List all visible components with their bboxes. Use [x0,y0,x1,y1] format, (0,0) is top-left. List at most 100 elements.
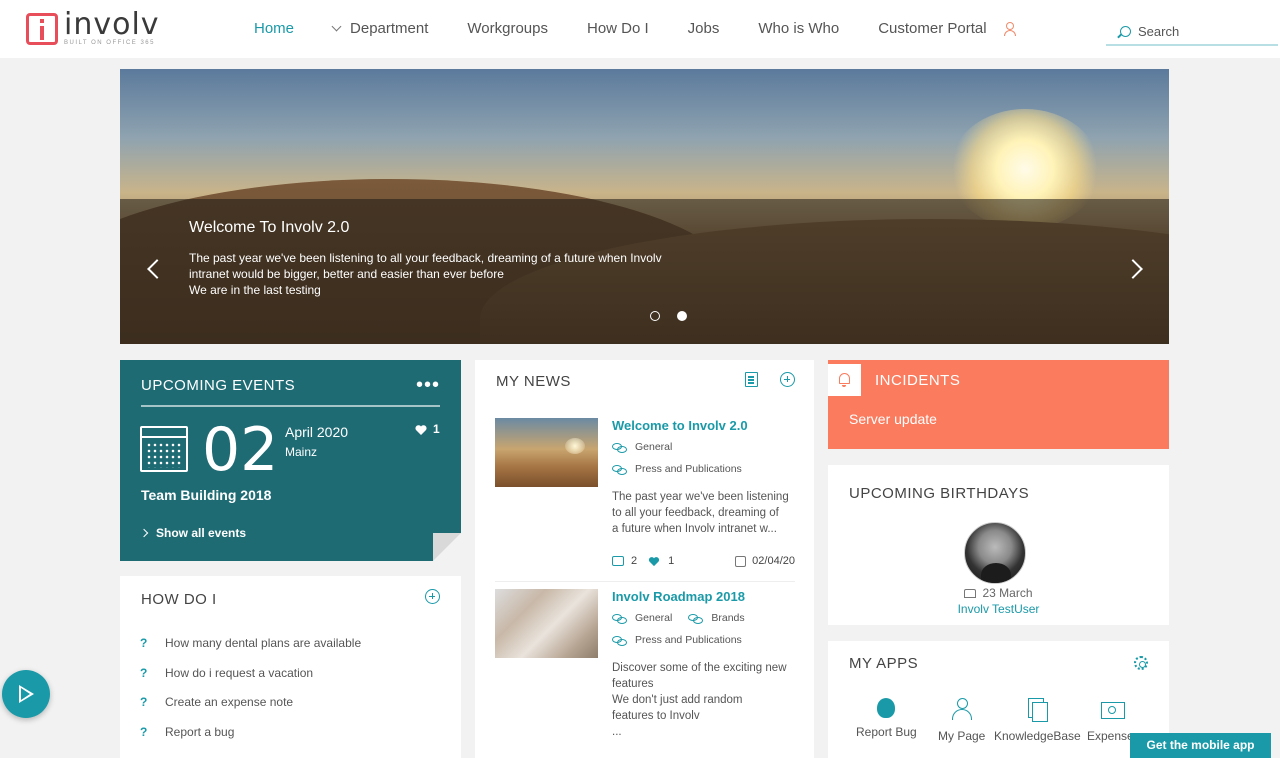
excerpt-line: ... [612,726,622,738]
hero-text: The past year we've been listening to al… [189,250,709,298]
nav-jobs[interactable]: Jobs [688,20,720,37]
divider [141,405,440,407]
get-mobile-app-button[interactable]: Get the mobile app [1130,733,1271,758]
nav-department-label: Department [350,20,429,37]
user-icon[interactable] [1003,21,1018,36]
upcoming-events-card: UPCOMING EVENTS ••• 02 April 2020 Mainz … [120,360,461,561]
event-likes: 1 [433,422,440,436]
news-date: 02/04/20 [752,555,795,567]
nav-who-is-who[interactable]: Who is Who [758,20,839,37]
tag-label[interactable]: Press and Publications [635,463,742,475]
upcoming-birthdays-card: UPCOMING BIRTHDAYS 23 March Involv TestU… [828,465,1169,625]
list-item[interactable]: ? How do i request a vacation [140,666,361,696]
bug-icon [877,698,896,718]
nav-workgroups[interactable]: Workgroups [467,20,548,37]
documents-icon [1025,698,1049,722]
news-tags: Press and Publications [612,463,742,475]
add-icon[interactable] [425,589,440,604]
nav-how-do-i[interactable]: How Do I [587,20,649,37]
list-item-label: How do i request a vacation [165,665,314,680]
heart-icon[interactable] [415,424,427,436]
question-icon: ? [140,695,148,709]
question-icon: ? [140,665,148,680]
carousel-dot-2[interactable] [677,311,687,321]
news-tags: General [612,441,672,453]
news-title: MY NEWS [496,373,571,390]
page-fold [433,533,461,561]
tag-label[interactable]: Press and Publications [635,634,742,646]
play-icon [19,685,34,703]
my-apps-card: MY APPS Report Bug My Page KnowledgeBase… [828,641,1169,758]
event-city: Mainz [285,445,318,459]
carousel-dots [650,311,704,321]
news-excerpt: The past year we've been listening to al… [612,489,798,537]
like-count: 1 [668,555,675,567]
excerpt-line: features to Involv [612,710,700,722]
event-day: 02 [202,415,279,485]
avatar[interactable] [964,522,1026,584]
search-input[interactable] [1138,23,1268,39]
incident-item[interactable]: Server update [849,411,937,427]
app-knowledgebase[interactable]: KnowledgeBase [994,698,1081,743]
search-icon[interactable] [1120,25,1131,37]
comment-icon[interactable] [612,556,624,566]
calendar-icon [735,555,747,567]
tag-label[interactable]: Brands [711,612,744,624]
my-news-card: MY NEWS Welcome to Involv 2.0 General Pr… [475,360,814,758]
cake-icon [964,588,977,598]
apps-title: MY APPS [849,655,919,672]
news-tags: Press and Publications [612,634,742,646]
more-options-icon[interactable]: ••• [416,374,440,397]
comment-count: 2 [631,555,638,567]
birthdays-title: UPCOMING BIRTHDAYS [849,485,1030,502]
list-item[interactable]: ? How many dental plans are available [140,636,361,666]
carousel-dot-1[interactable] [650,311,660,321]
tag-icon [612,613,627,624]
list-item[interactable]: ? Report a bug [140,725,361,755]
tag-label[interactable]: General [635,612,672,624]
event-month: April 2020 [285,424,349,440]
show-all-events-link[interactable]: Show all events [139,526,247,540]
app-label: Report Bug [856,725,917,739]
question-icon: ? [140,724,148,739]
birthday-person-link[interactable]: Involv TestUser [828,602,1169,616]
logo-mark [26,13,58,45]
news-item-title[interactable]: Welcome to Involv 2.0 [612,418,748,433]
news-thumbnail[interactable] [495,589,598,658]
list-item[interactable]: ? Create an expense note [140,695,361,725]
nav-customer-portal[interactable]: Customer Portal [878,20,986,37]
app-report-bug[interactable]: Report Bug [856,698,917,739]
main-nav: Home Department Workgroups How Do I Jobs… [254,20,1018,37]
app-my-page[interactable]: My Page [938,698,985,743]
event-name[interactable]: Team Building 2018 [141,487,271,503]
excerpt-line: a future when Involv intranet w... [612,523,777,535]
tag-icon [612,464,627,475]
add-news-icon[interactable] [780,372,795,387]
app-label: KnowledgeBase [994,729,1081,743]
calendar-icon [140,426,188,472]
search-box [1106,18,1278,46]
news-thumbnail[interactable] [495,418,598,487]
events-title: UPCOMING EVENTS [141,377,296,394]
show-all-label: Show all events [156,526,247,540]
news-item[interactable]: Involv Roadmap 2018 General Brands Press … [495,589,795,749]
play-button[interactable] [2,670,50,718]
tag-label[interactable]: General [635,441,672,453]
news-meta: 2 1 02/04/20 [612,555,795,567]
heart-icon[interactable] [648,556,660,567]
news-item[interactable]: Welcome to Involv 2.0 General Press and … [495,418,795,578]
involv-logo[interactable]: involv BUILT ON OFFICE 365 [26,10,160,46]
app-label: My Page [938,729,986,743]
gear-icon[interactable] [1134,656,1148,670]
news-excerpt: Discover some of the exciting new featur… [612,660,798,740]
nav-home[interactable]: Home [254,20,294,37]
incidents-card: INCIDENTS Server update [828,360,1169,449]
tag-icon [612,635,627,646]
logo-subtitle: BUILT ON OFFICE 365 [64,40,155,46]
news-archive-icon[interactable] [745,372,758,387]
how-do-i-list: ? How many dental plans are available ? Ho… [140,636,361,754]
divider [495,581,795,582]
nav-department[interactable]: Department [331,20,429,37]
hero-title[interactable]: Welcome To Involv 2.0 [189,219,349,237]
news-item-title[interactable]: Involv Roadmap 2018 [612,589,745,604]
